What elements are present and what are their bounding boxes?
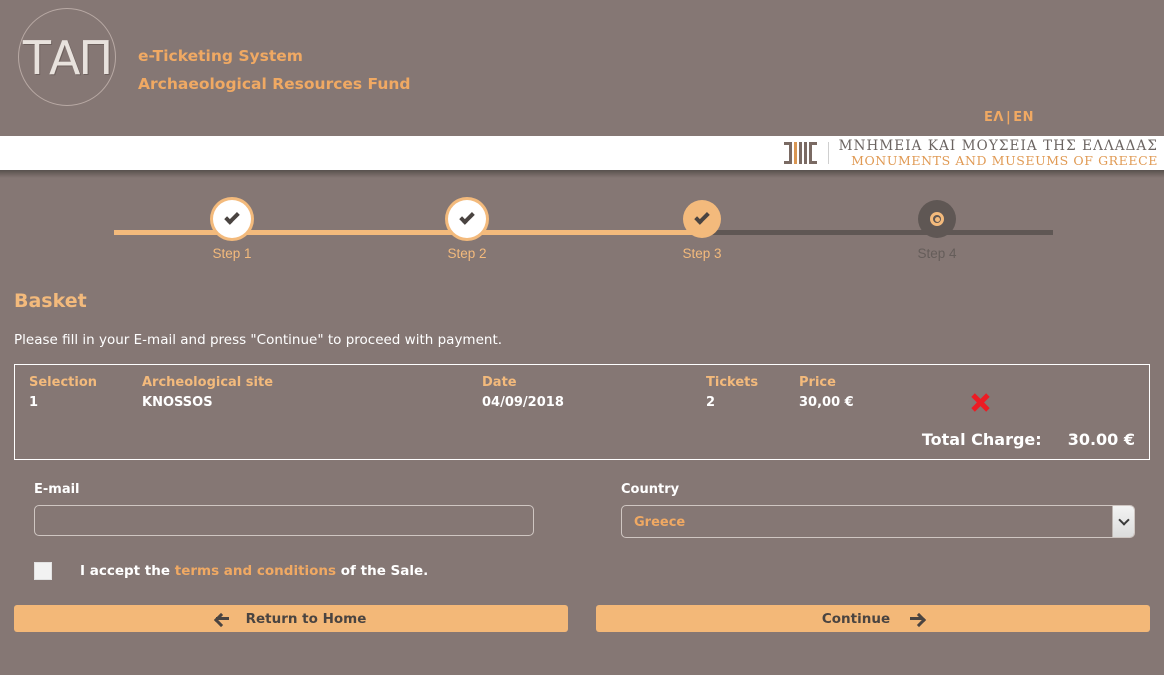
step-3-label: Step 3 — [682, 246, 722, 261]
column-bar-gray-2 — [803, 142, 807, 164]
stepper-step-3[interactable]: Step 3 — [662, 200, 742, 261]
country-selected-value: Greece — [634, 515, 686, 530]
form-row: E-mail Country Greece — [14, 482, 1150, 538]
cell-price: 30,00 € — [799, 395, 854, 410]
total-charge-label: Total Charge: — [921, 430, 1042, 449]
language-switcher[interactable]: ΕΛ | EN — [984, 110, 1034, 125]
column-header-selection: Selection — [29, 375, 98, 390]
page-subtitle: Please fill in your E-mail and press "Co… — [14, 332, 503, 348]
column-bar-gray-1 — [798, 142, 802, 164]
logo-monogram: ΤΑΠ — [22, 31, 113, 85]
site-header: ΤΑΠ e-Ticketing System Archaeological Re… — [0, 0, 1164, 136]
country-field-group: Country Greece — [618, 482, 1150, 538]
stepper-step-1[interactable]: Step 1 — [192, 200, 272, 261]
stepper-step-2[interactable]: Step 2 — [427, 200, 507, 261]
step-2-label: Step 2 — [447, 246, 487, 261]
language-option-el[interactable]: ΕΛ — [984, 110, 1004, 125]
check-icon — [224, 208, 240, 225]
target-dot-icon — [930, 212, 944, 226]
main-content: Step 1 Step 2 Step 3 Step 4 Basket Pleas… — [0, 192, 1164, 632]
ministry-titles: ΜΝΗΜΕΙΑ ΚΑΙ ΜΟΥΣΕΙΑ ΤΗΣ ΕΛΛΑΔΑΣ MONUMENT… — [839, 139, 1158, 166]
page-title: Basket — [14, 290, 87, 312]
continue-label: Continue — [821, 610, 891, 627]
cell-tickets: 2 — [706, 395, 716, 410]
column-header-actions — [969, 375, 1135, 395]
arrow-right-icon — [910, 613, 924, 625]
column-bracket-left — [783, 142, 792, 164]
stepper-step-4[interactable]: Step 4 — [897, 200, 977, 261]
ministry-title-greek: ΜΝΗΜΕΙΑ ΚΑΙ ΜΟΥΣΕΙΑ ΤΗΣ ΕΛΛΑΔΑΣ — [838, 138, 1158, 155]
language-separator: | — [1005, 110, 1012, 125]
step-2-indicator — [448, 200, 486, 238]
cell-site: KNOSSOS — [142, 395, 213, 410]
tap-logo-icon: ΤΑΠ — [18, 8, 116, 106]
column-header-site: Archeological site — [142, 375, 274, 390]
terms-row: I accept the terms and conditions of the… — [34, 562, 1150, 580]
ministry-band: ΜΝΗΜΕΙΑ ΚΑΙ ΜΟΥΣΕΙΑ ΤΗΣ ΕΛΛΑΔΑΣ MONUMENT… — [0, 136, 1164, 170]
column-header-tickets: Tickets — [706, 375, 759, 390]
arrow-left-icon — [215, 613, 230, 625]
ministry-band-inner: ΜΝΗΜΕΙΑ ΚΑΙ ΜΟΥΣΕΙΑ ΤΗΣ ΕΛΛΑΔΑΣ MONUMENT… — [783, 136, 1158, 170]
chevron-down-icon[interactable] — [1112, 506, 1134, 537]
brand-title-line2: Archaeological Resources Fund — [138, 75, 411, 93]
check-icon — [694, 208, 710, 225]
column-header-date: Date — [482, 375, 517, 390]
progress-stepper: Step 1 Step 2 Step 3 Step 4 — [14, 192, 1150, 288]
greek-columns-icon — [783, 142, 829, 164]
band-shadow-divider — [0, 170, 1164, 178]
table-row: 1 KNOSSOS 04/09/2018 2 30,00 € — [29, 395, 1135, 413]
brand-title-line1: e-Ticketing System — [138, 47, 303, 65]
terms-and-conditions-link[interactable]: terms and conditions — [175, 563, 336, 579]
email-field[interactable] — [34, 505, 534, 536]
brand-titles: e-Ticketing System Archaeological Resour… — [138, 42, 411, 98]
step-4-indicator — [918, 200, 956, 238]
continue-button[interactable]: Continue — [596, 605, 1150, 632]
cell-selection: 1 — [29, 395, 39, 410]
cell-actions — [969, 395, 1135, 413]
column-header-price: Price — [799, 375, 836, 390]
ministry-title-english: MONUMENTS AND MUSEUMS OF GREECE — [851, 152, 1158, 168]
basket-table: Selection Archeological site Date Ticket… — [14, 364, 1150, 460]
remove-item-icon[interactable] — [969, 391, 991, 413]
check-icon — [459, 208, 475, 225]
total-charge-value: 30.00 € — [1067, 430, 1135, 449]
email-label: E-mail — [34, 482, 80, 497]
return-to-home-label: Return to Home — [245, 610, 367, 627]
step-1-label: Step 1 — [212, 246, 252, 261]
terms-prefix: I accept the — [80, 563, 171, 579]
return-to-home-button[interactable]: Return to Home — [14, 605, 568, 632]
country-select[interactable]: Greece — [621, 505, 1135, 538]
language-option-en[interactable]: EN — [1013, 110, 1034, 125]
step-4-label: Step 4 — [917, 246, 957, 261]
action-buttons: Return to Home Continue — [14, 605, 1150, 632]
column-bar-orange — [793, 142, 797, 164]
terms-suffix: of the Sale. — [340, 563, 429, 579]
accept-terms-checkbox[interactable] — [34, 562, 52, 580]
total-charge-row: Total Charge: 30.00 € — [922, 430, 1135, 449]
email-field-group: E-mail — [14, 482, 534, 538]
brand-block[interactable]: ΤΑΠ e-Ticketing System Archaeological Re… — [18, 8, 411, 106]
country-label: Country — [621, 482, 680, 497]
cell-date: 04/09/2018 — [482, 395, 564, 410]
step-1-indicator — [213, 200, 251, 238]
step-3-indicator — [683, 200, 721, 238]
column-bracket-right — [808, 142, 817, 164]
terms-text: I accept the terms and conditions of the… — [80, 563, 428, 579]
